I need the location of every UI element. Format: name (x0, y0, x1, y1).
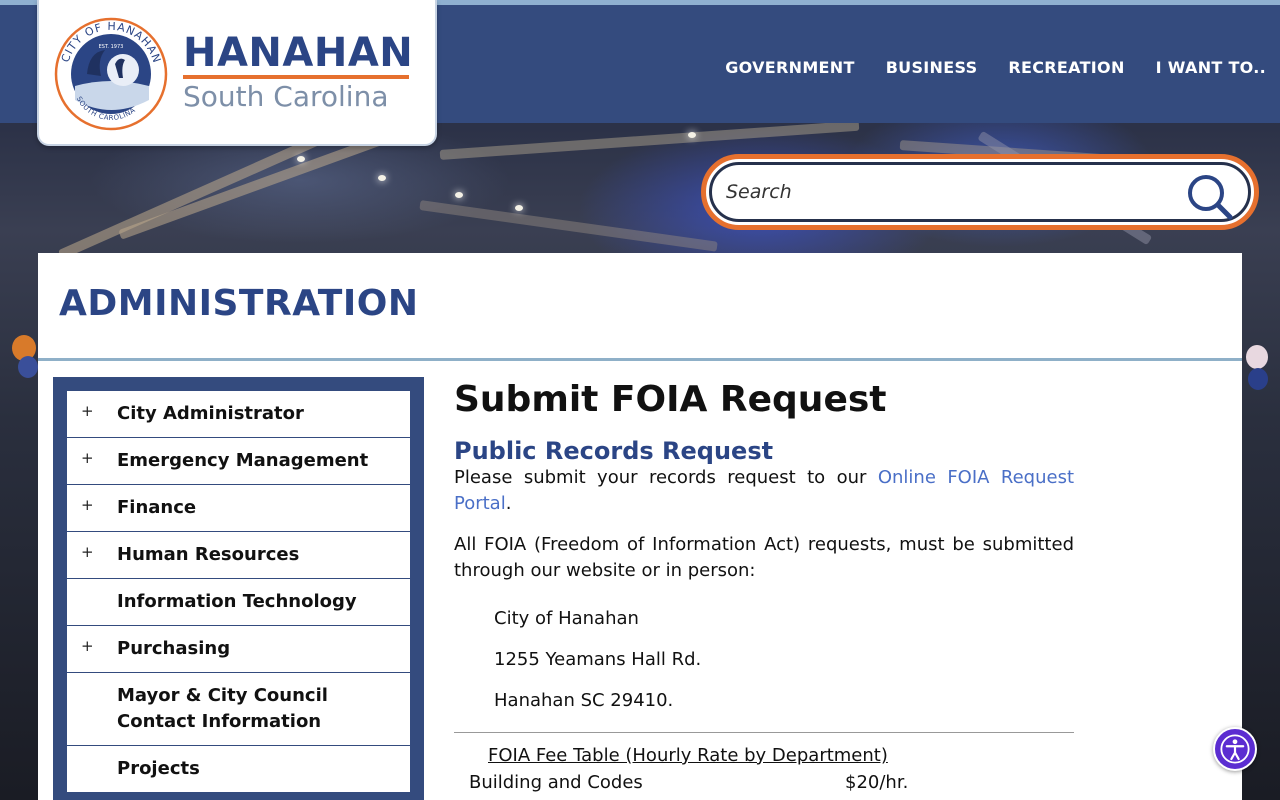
fee-department: Building and Codes (469, 772, 643, 793)
brand-divider (183, 75, 409, 79)
fee-table-row: Building and Codes $20/hr. (454, 772, 1074, 793)
sidebar-item-label: Finance (117, 497, 197, 518)
sidebar-nav: + City Administrator + Emergency Managem… (53, 377, 424, 800)
article: Submit FOIA Request Public Records Reque… (454, 377, 1074, 793)
sidebar-item-finance[interactable]: + Finance (67, 485, 410, 532)
sidebar-item-label: Emergency Management (117, 450, 369, 471)
section-title: ADMINISTRATION (59, 283, 419, 324)
expand-icon[interactable]: + (81, 496, 94, 514)
nav-government[interactable]: GOVERNMENT (725, 58, 854, 77)
subheading: Public Records Request (454, 437, 774, 465)
sidebar-item-city-administrator[interactable]: + City Administrator (67, 391, 410, 438)
address-line: City of Hanahan (494, 608, 639, 629)
sidebar-item-label: Projects (117, 758, 200, 779)
sidebar-item-label: City Administrator (117, 403, 304, 424)
svg-text:EST. 1973: EST. 1973 (99, 44, 124, 50)
section-divider (38, 358, 1242, 361)
page-title: Submit FOIA Request (454, 379, 887, 420)
fee-rate: $20/hr. (845, 772, 909, 793)
nav-recreation[interactable]: RECREATION (1008, 58, 1124, 77)
expand-icon[interactable]: + (81, 402, 94, 420)
site-logo-link[interactable]: CITY OF HANAHAN SOUTH CAROLINA EST. 1973… (37, 0, 437, 146)
sidebar-item-projects[interactable]: Projects (67, 746, 410, 793)
search-input[interactable] (726, 165, 1166, 219)
sidebar-item-human-resources[interactable]: + Human Resources (67, 532, 410, 579)
portal-paragraph: Please submit your records request to ou… (454, 467, 1075, 514)
address-line: Hanahan SC 29410. (494, 690, 674, 711)
fee-table-title: FOIA Fee Table (Hourly Rate by Departmen… (488, 745, 888, 766)
submission-paragraph: All FOIA (Freedom of Information Act) re… (454, 534, 1074, 581)
search-box (701, 154, 1259, 230)
sidebar-item-label: Mayor & City Council Contact Information (117, 685, 328, 732)
sidebar-item-label: Human Resources (117, 544, 300, 565)
nav-i-want-to[interactable]: I WANT TO.. (1156, 58, 1266, 77)
sidebar-item-mayor-council[interactable]: Mayor & City Council Contact Information (67, 673, 410, 746)
accessibility-icon[interactable] (1213, 727, 1257, 771)
city-seal-icon: CITY OF HANAHAN SOUTH CAROLINA EST. 1973 (54, 17, 168, 131)
search-icon[interactable] (1184, 171, 1236, 223)
divider (454, 732, 1074, 733)
mailing-address: City of Hanahan 1255 Yeamans Hall Rd. Ha… (454, 606, 1074, 714)
sidebar-item-information-technology[interactable]: Information Technology (67, 579, 410, 626)
brand-name: HANAHAN (183, 30, 414, 76)
nav-business[interactable]: BUSINESS (886, 58, 978, 77)
sidebar-item-purchasing[interactable]: + Purchasing (67, 626, 410, 673)
sidebar-item-label: Purchasing (117, 638, 231, 659)
content-panel: ADMINISTRATION + City Administrator + Em… (38, 253, 1242, 800)
main-nav: GOVERNMENT BUSINESS RECREATION I WANT TO… (725, 58, 1266, 77)
brand-subtitle: South Carolina (183, 80, 389, 113)
expand-icon[interactable]: + (81, 543, 94, 561)
sidebar-item-label: Information Technology (117, 591, 357, 612)
expand-icon[interactable]: + (81, 449, 94, 467)
sidebar-item-emergency-management[interactable]: + Emergency Management (67, 438, 410, 485)
address-line: 1255 Yeamans Hall Rd. (494, 649, 702, 670)
expand-icon[interactable]: + (81, 637, 94, 655)
